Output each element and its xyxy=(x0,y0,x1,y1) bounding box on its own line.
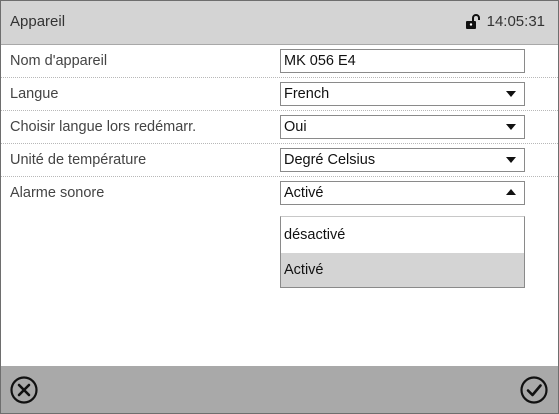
circle-x-icon[interactable] xyxy=(9,375,39,405)
footer-bar xyxy=(1,366,558,413)
chevron-down-icon xyxy=(506,124,516,130)
setting-label: Langue xyxy=(10,86,59,102)
setting-row-language: Langue French xyxy=(1,78,558,111)
setting-label: Alarme sonore xyxy=(10,185,105,201)
dropdown-option-disabled[interactable]: désactivé xyxy=(281,218,524,252)
choose-language-restart-value: Oui xyxy=(284,119,307,135)
temperature-unit-value: Degré Celsius xyxy=(284,152,376,168)
dropdown-option-label: désactivé xyxy=(284,227,346,243)
setting-label: Unité de température xyxy=(10,152,147,168)
chevron-down-icon xyxy=(506,91,516,97)
setting-label: Choisir langue lors redémarr. xyxy=(10,119,197,135)
language-select[interactable]: French xyxy=(280,82,525,106)
dropdown-option-enabled[interactable]: Activé xyxy=(281,253,524,287)
audible-alarm-value: Activé xyxy=(284,185,324,201)
temperature-unit-select[interactable]: Degré Celsius xyxy=(280,148,525,172)
choose-language-restart-select[interactable]: Oui xyxy=(280,115,525,139)
setting-row-audible-alarm: Alarme sonore Activé xyxy=(1,177,558,209)
circle-check-icon[interactable] xyxy=(519,375,549,405)
language-value: French xyxy=(284,86,330,102)
setting-row-device-name: Nom d'appareil MK 056 E4 xyxy=(1,45,558,78)
device-name-value: MK 056 E4 xyxy=(284,53,356,69)
header-bar: Appareil 14:05:31 xyxy=(1,1,558,45)
dropdown-option-label: Activé xyxy=(284,262,324,278)
setting-label: Nom d'appareil xyxy=(10,53,108,69)
page-title: Appareil xyxy=(10,13,66,30)
audible-alarm-dropdown: désactivé Activé xyxy=(280,216,525,288)
device-name-input[interactable]: MK 056 E4 xyxy=(280,49,525,73)
setting-row-choose-language-restart: Choisir langue lors redémarr. Oui xyxy=(1,111,558,144)
setting-row-temperature-unit: Unité de température Degré Celsius xyxy=(1,144,558,177)
clock: 14:05:31 xyxy=(465,13,545,30)
audible-alarm-select[interactable]: Activé xyxy=(280,181,525,205)
unlocked-padlock-icon xyxy=(465,13,480,29)
clock-time: 14:05:31 xyxy=(486,13,545,30)
device-settings-screen: Appareil 14:05:31 Nom d'appareil MK 056 … xyxy=(0,0,559,414)
chevron-up-icon xyxy=(506,189,516,195)
chevron-down-icon xyxy=(506,157,516,163)
